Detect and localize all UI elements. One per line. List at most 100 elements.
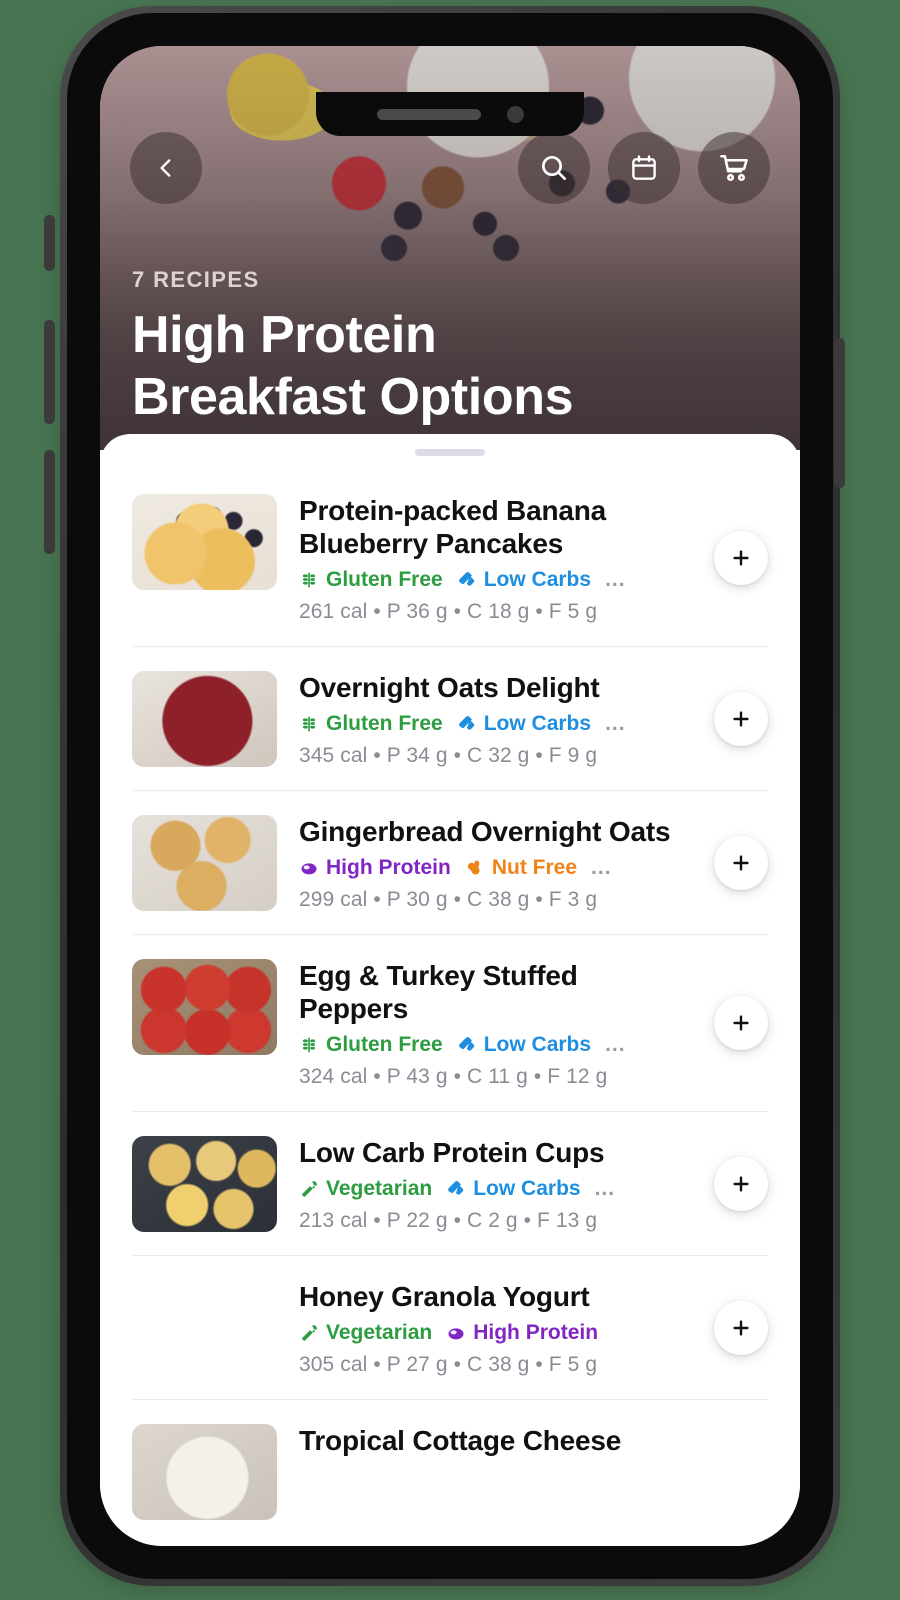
recipe-row[interactable]: Overnight Oats Delight Gluten Free Low C… [132, 647, 768, 792]
recipe-tag-list: Gluten Free Low Carbs ... [299, 568, 678, 592]
recipe-count-label: 7 RECIPES [132, 267, 260, 293]
mute-switch-button[interactable] [44, 215, 55, 271]
add-recipe-button[interactable] [714, 1156, 768, 1211]
recipe-row[interactable]: Protein-packed Banana Blueberry Pancakes… [132, 470, 768, 648]
recipe-tag: Low Carbs [457, 568, 591, 592]
recipe-tag: Nut Free [465, 856, 577, 880]
add-recipe-button[interactable] [714, 996, 768, 1051]
recipe-title-line-2: Blueberry Pancakes [299, 528, 564, 560]
carrot-icon [299, 1179, 319, 1199]
meat-icon [299, 858, 319, 878]
hero-action-group [518, 132, 770, 204]
sheet-grabber-area[interactable] [100, 434, 800, 470]
recipe-title-line-1: Overnight Oats Delight [299, 672, 600, 704]
recipe-title-line-1: Low Carb Protein Cups [299, 1137, 605, 1169]
recipe-title-line-1: Tropical Cottage Cheese [299, 1425, 622, 1457]
recipe-info: Protein-packed Banana Blueberry Pancakes… [299, 494, 768, 624]
recipe-tag-label: Vegetarian [326, 1321, 433, 1345]
recipe-title: Gingerbread Overnight Oats [299, 815, 678, 848]
add-recipe-button[interactable] [714, 531, 768, 586]
recipe-macros: 261 cal • P 36 g • C 18 g • F 5 g [299, 600, 598, 624]
plus-icon [730, 708, 752, 730]
meat-icon [446, 1323, 466, 1343]
page-title: High Protein Breakfast Options [132, 305, 573, 428]
add-recipe-button[interactable] [714, 691, 768, 746]
phone-notch [316, 92, 584, 136]
recipe-row[interactable]: Egg & Turkey Stuffed Peppers Gluten Free… [132, 935, 768, 1113]
hero-text-block: 7 RECIPES High Protein Breakfast Options [132, 267, 573, 428]
tag-overflow-ellipsis[interactable]: ... [605, 1033, 626, 1057]
recipe-tag-label: Gluten Free [326, 1033, 443, 1057]
recipe-tag-list: Vegetarian Low Carbs ... [299, 1177, 678, 1201]
bread-slice-icon [457, 570, 477, 590]
volume-down-button[interactable] [44, 450, 55, 554]
search-icon [538, 152, 570, 184]
add-recipe-button[interactable] [714, 835, 768, 890]
carrot-icon [299, 1323, 319, 1343]
recipe-thumbnail[interactable] [132, 1424, 277, 1521]
recipe-title: Honey Granola Yogurt [299, 1280, 678, 1313]
recipe-row[interactable]: Gingerbread Overnight Oats High Protein … [132, 791, 768, 936]
recipe-tag-label: Gluten Free [326, 712, 443, 736]
recipe-tag: High Protein [446, 1321, 598, 1345]
recipe-thumbnail[interactable] [132, 494, 277, 590]
front-camera [506, 105, 524, 123]
chevron-left-icon [153, 155, 179, 181]
recipe-row[interactable]: Honey Granola Yogurt Vegetarian High Pro… [132, 1256, 768, 1401]
peanut-icon [465, 858, 485, 878]
plus-icon [730, 1173, 752, 1195]
recipe-tag-label: High Protein [326, 856, 451, 880]
recipe-thumbnail[interactable] [132, 1136, 277, 1233]
volume-up-button[interactable] [44, 320, 55, 424]
recipe-tag-label: Gluten Free [326, 568, 443, 592]
power-button[interactable] [834, 338, 845, 488]
recipe-tag: High Protein [299, 856, 451, 880]
bread-slice-icon [457, 1035, 477, 1055]
add-recipe-button[interactable] [714, 1300, 768, 1355]
tag-overflow-ellipsis[interactable]: ... [591, 856, 612, 880]
recipe-list-sheet[interactable]: Protein-packed Banana Blueberry Pancakes… [100, 434, 800, 1546]
tag-overflow-ellipsis[interactable]: ... [605, 712, 626, 736]
recipe-title: Egg & Turkey Stuffed Peppers [299, 959, 678, 1025]
wheat-icon [299, 1035, 319, 1055]
recipe-thumbnail[interactable] [132, 959, 277, 1056]
recipe-thumbnail[interactable] [132, 1280, 277, 1376]
cart-button[interactable] [698, 132, 770, 204]
recipe-row[interactable]: Tropical Cottage Cheese [132, 1400, 768, 1542]
search-button[interactable] [518, 132, 590, 204]
recipe-row[interactable]: Low Carb Protein Cups Vegetarian Low Car… [132, 1112, 768, 1257]
calendar-icon [629, 153, 659, 183]
plus-icon [730, 1317, 752, 1339]
plus-icon [730, 852, 752, 874]
screenshot-stage: 7 RECIPES High Protein Breakfast Options… [0, 0, 900, 1600]
recipe-tag: Gluten Free [299, 568, 443, 592]
recipe-title-line-1: Gingerbread Overnight Oats [299, 816, 671, 848]
recipe-tag-label: Vegetarian [326, 1177, 433, 1201]
shopping-cart-icon [718, 152, 750, 184]
recipe-tag: Vegetarian [299, 1177, 432, 1201]
recipe-macros: 345 cal • P 34 g • C 32 g • F 9 g [299, 744, 598, 768]
recipe-tag-label: Low Carbs [473, 1177, 581, 1201]
recipe-macros: 324 cal • P 43 g • C 11 g • F 12 g [299, 1065, 608, 1089]
bread-slice-icon [457, 714, 477, 734]
recipe-title-line-1: Egg & Turkey Stuffed Peppers [299, 960, 578, 1025]
recipe-tag: Low Carbs [446, 1177, 581, 1201]
recipe-macros: 213 cal • P 22 g • C 2 g • F 13 g [299, 1209, 598, 1233]
plus-icon [730, 547, 752, 569]
recipe-thumbnail[interactable] [132, 671, 277, 768]
recipe-title-line-1: Honey Granola Yogurt [299, 1281, 590, 1313]
wheat-icon [299, 714, 319, 734]
recipe-info: Low Carb Protein Cups Vegetarian Low Car… [299, 1136, 768, 1233]
recipe-macros: 299 cal • P 30 g • C 38 g • F 3 g [299, 888, 598, 912]
recipe-info: Honey Granola Yogurt Vegetarian High Pro… [299, 1280, 768, 1377]
back-button[interactable] [130, 132, 202, 204]
tag-overflow-ellipsis[interactable]: ... [595, 1177, 616, 1201]
page-title-line-1: High Protein [132, 306, 437, 365]
recipe-tag: Gluten Free [299, 712, 443, 736]
recipe-thumbnail[interactable] [132, 815, 277, 912]
recipe-macros: 305 cal • P 27 g • C 38 g • F 5 g [299, 1353, 598, 1377]
tag-overflow-ellipsis[interactable]: ... [605, 568, 626, 592]
recipe-tag: Vegetarian [299, 1321, 432, 1345]
drag-handle[interactable] [415, 448, 485, 456]
calendar-button[interactable] [608, 132, 680, 204]
